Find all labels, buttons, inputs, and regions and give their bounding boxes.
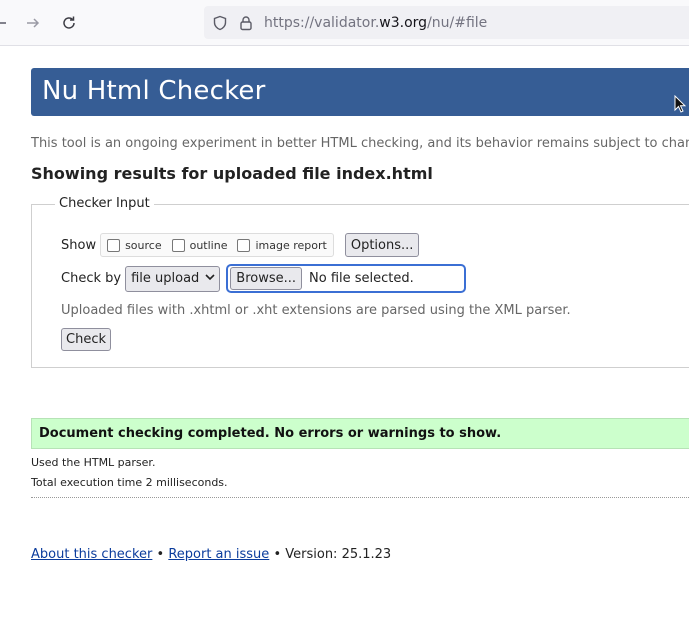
image-report-checkbox-label: image report — [255, 238, 327, 252]
show-label: Show — [61, 237, 97, 253]
url-domain: w3.org — [379, 14, 428, 31]
browse-button[interactable]: Browse... — [230, 267, 303, 290]
parser-info: Used the HTML parser. — [31, 456, 156, 469]
check-by-value: file upload — [131, 271, 200, 286]
success-message: Document checking completed. No errors o… — [39, 426, 502, 441]
show-image-report-option[interactable]: image report — [237, 238, 327, 252]
address-bar[interactable]: https://validator.w3.org/nu/#file — [204, 6, 689, 39]
options-button[interactable]: Options... — [344, 233, 420, 257]
lock-icon[interactable] — [236, 13, 256, 33]
show-source-option[interactable]: source — [107, 238, 162, 252]
check-button[interactable]: Check — [61, 328, 111, 351]
check-by-label: Check by — [61, 271, 122, 286]
page-title: Nu Html Checker — [42, 76, 266, 106]
xml-parser-note: Uploaded files with .xhtml or .xht exten… — [61, 303, 571, 318]
shield-icon[interactable] — [210, 13, 230, 33]
back-icon[interactable] — [0, 10, 12, 36]
checker-input-fieldset: Checker Input Show source outline image … — [31, 196, 689, 368]
mouse-cursor-icon — [674, 95, 686, 113]
page-header: Nu Html Checker — [31, 68, 689, 116]
forward-icon[interactable] — [20, 10, 46, 36]
execution-time: Total execution time 2 milliseconds. — [31, 476, 228, 489]
show-options-group: source outline image report — [100, 233, 334, 257]
file-status: No file selected. — [309, 271, 414, 286]
show-outline-option[interactable]: outline — [171, 238, 228, 252]
source-checkbox-label: source — [125, 238, 162, 252]
check-by-row: Check by file upload Browse... No file s… — [61, 264, 467, 293]
version-text: Version: 25.1.23 — [285, 547, 392, 562]
check-by-select[interactable]: file upload — [125, 265, 221, 292]
show-row: Show source outline image report Options… — [61, 233, 420, 257]
footer-separator: • — [273, 547, 282, 562]
url-suffix: /nu/#file — [427, 14, 488, 31]
outline-checkbox[interactable] — [171, 238, 185, 252]
about-link[interactable]: About this checker — [31, 547, 152, 562]
reload-icon[interactable] — [56, 10, 82, 36]
footer-separator: • — [156, 547, 165, 562]
divider — [31, 497, 689, 498]
footer: About this checker • Report an issue • V… — [31, 547, 391, 562]
results-heading: Showing results for uploaded file index.… — [31, 164, 433, 183]
url-text[interactable]: https://validator.w3.org/nu/#file — [264, 15, 487, 31]
url-prefix: https://validator. — [264, 14, 380, 31]
chevron-down-icon — [205, 273, 215, 284]
checker-input-legend: Checker Input — [55, 196, 154, 211]
source-checkbox[interactable] — [107, 238, 121, 252]
outline-checkbox-label: outline — [189, 238, 228, 252]
file-input[interactable]: Browse... No file selected. — [226, 264, 467, 293]
success-message-box: Document checking completed. No errors o… — [31, 418, 689, 449]
image-report-checkbox[interactable] — [237, 238, 251, 252]
report-issue-link[interactable]: Report an issue — [168, 547, 269, 562]
tagline: This tool is an ongoing experiment in be… — [31, 136, 689, 151]
browser-toolbar: https://validator.w3.org/nu/#file — [0, 0, 689, 46]
